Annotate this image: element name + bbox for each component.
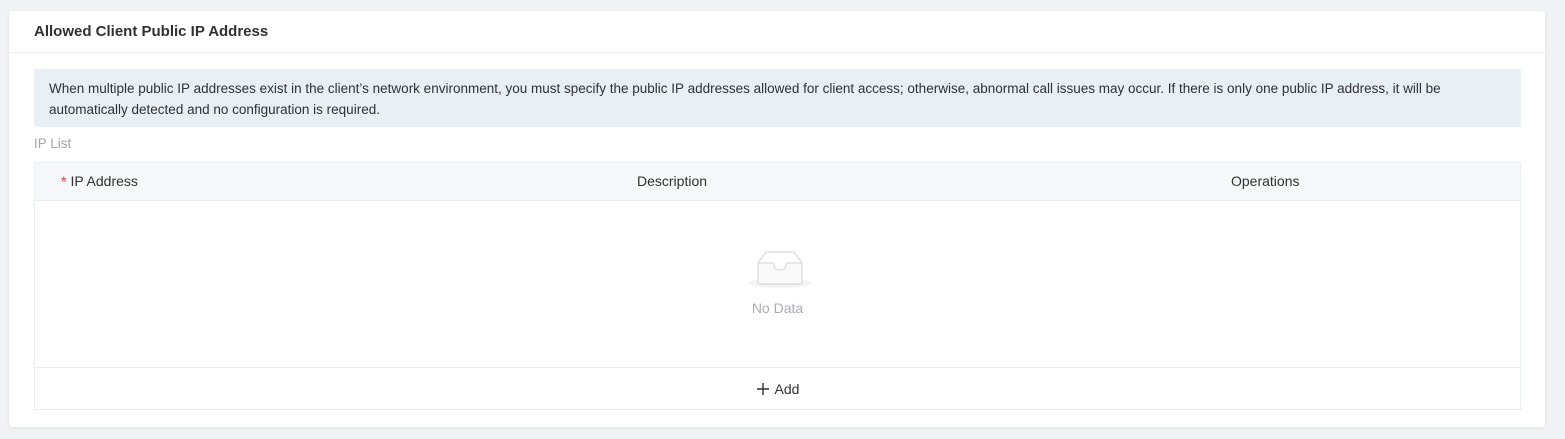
column-header-ip-address: * IP Address <box>61 163 138 200</box>
ip-list-label: IP List <box>34 136 72 151</box>
add-ip-label: Add <box>774 380 800 397</box>
card-header: Allowed Client Public IP Address <box>9 11 1545 53</box>
column-header-description: Description <box>637 173 708 189</box>
column-header-ip-address-label: IP Address <box>70 173 138 189</box>
info-notice: When multiple public IP addresses exist … <box>34 69 1521 127</box>
empty-state: No Data <box>35 201 1520 368</box>
add-ip-button[interactable]: Add <box>35 368 1520 409</box>
column-header-operations: Operations <box>1231 173 1300 189</box>
empty-box-icon <box>749 251 811 288</box>
table-header: * IP Address Description Operations <box>35 163 1520 201</box>
plus-icon <box>756 382 769 395</box>
ip-list-table: * IP Address Description Operations No Da… <box>34 162 1521 410</box>
empty-text: No Data <box>751 300 804 316</box>
required-marker: * <box>61 173 67 189</box>
section-title: Allowed Client Public IP Address <box>34 22 269 40</box>
allowed-ip-card: Allowed Client Public IP Address When mu… <box>9 11 1545 427</box>
